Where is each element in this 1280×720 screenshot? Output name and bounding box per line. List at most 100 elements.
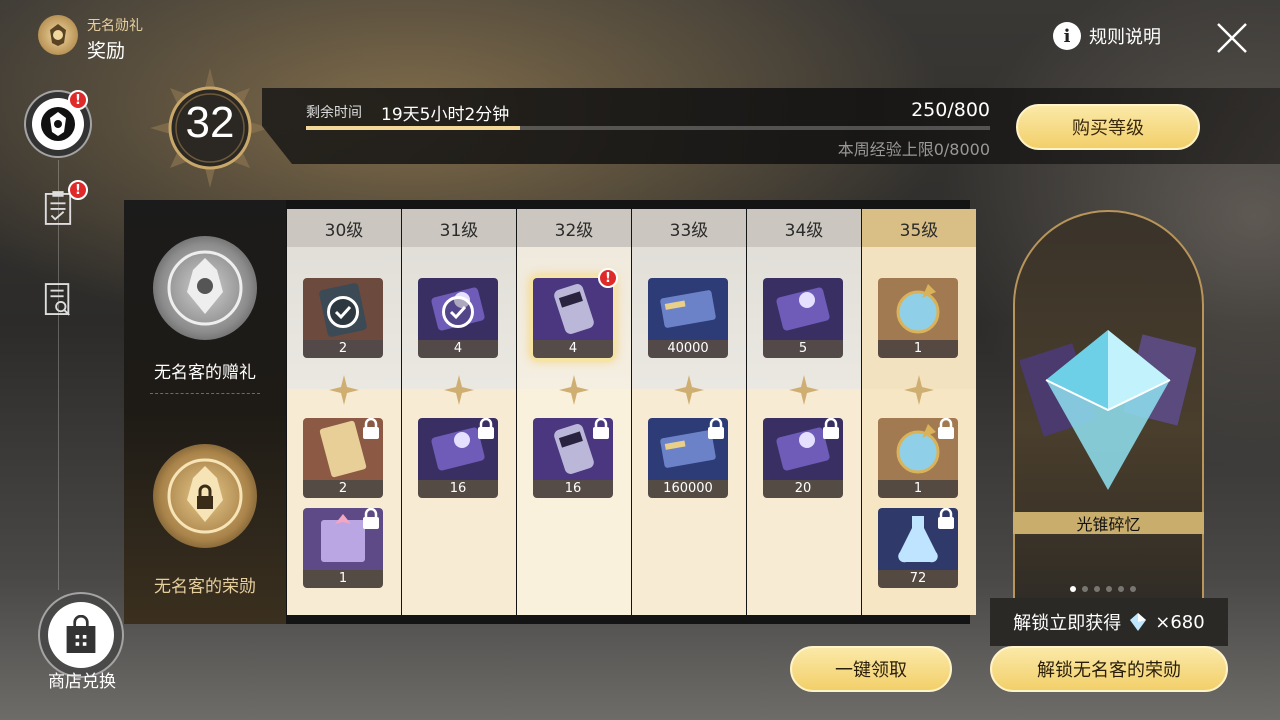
reward-column: 30级 2 2 1 <box>287 209 401 615</box>
free-reward-item[interactable]: 40000 <box>648 278 728 358</box>
pager-dot[interactable] <box>1070 586 1076 592</box>
alert-badge: ! <box>68 180 88 200</box>
lock-icon <box>478 418 494 439</box>
reward-quantity: 16 <box>418 480 498 498</box>
lock-icon <box>938 418 954 439</box>
level-header: 33级 <box>632 209 746 247</box>
document-search-icon <box>44 283 70 316</box>
free-reward-item[interactable]: 4 <box>533 278 613 358</box>
sparkle-star-icon <box>559 375 589 405</box>
reward-quantity: 2 <box>303 480 383 498</box>
featured-reward-label: 光锥碎忆 <box>1013 512 1204 534</box>
reward-column: 32级 4! 16 <box>517 209 631 615</box>
rules-button[interactable]: i 规则说明 <box>1053 22 1161 50</box>
lock-icon <box>938 508 954 529</box>
reward-quantity: 16 <box>533 480 613 498</box>
carousel-pager[interactable] <box>1070 586 1136 592</box>
exp-progress: 250/800 <box>911 99 990 121</box>
pass-emblem-icon <box>41 107 75 141</box>
shop-exchange-label: 商店兑换 <box>48 672 116 692</box>
pager-dot[interactable] <box>1094 586 1100 592</box>
reward-quantity: 2 <box>303 340 383 358</box>
close-button[interactable] <box>1214 20 1250 56</box>
current-level: 32 <box>185 98 235 147</box>
info-icon: i <box>1053 22 1081 50</box>
shopping-bag-icon <box>66 615 96 653</box>
lock-icon <box>593 418 609 439</box>
orb-gold-icon <box>878 278 958 340</box>
reward-quantity: 20 <box>763 480 843 498</box>
free-tier-emblem-icon <box>153 236 257 340</box>
unlock-bonus-tooltip: 解锁立即获得 ×680 <box>990 598 1228 646</box>
credit-blue-icon <box>648 278 728 340</box>
tier-divider <box>150 393 260 394</box>
lock-icon <box>363 418 379 439</box>
pager-dot[interactable] <box>1082 586 1088 592</box>
claim-all-button[interactable]: 一键领取 <box>790 646 952 692</box>
free-reward-item[interactable]: 2 <box>303 278 383 358</box>
reward-quantity: 40000 <box>648 340 728 358</box>
alert-badge: ! <box>598 268 618 288</box>
unlock-premium-button[interactable]: 解锁无名客的荣勋 <box>990 646 1228 692</box>
pager-dot[interactable] <box>1130 586 1136 592</box>
free-reward-item[interactable]: 4 <box>418 278 498 358</box>
reward-quantity: 4 <box>533 340 613 358</box>
sparkle-star-icon <box>674 375 704 405</box>
pager-dot[interactable] <box>1106 586 1112 592</box>
time-remaining-value: 19天5小时2分钟 <box>381 105 510 125</box>
claimed-check-icon <box>442 296 474 328</box>
premium-reward-item[interactable]: 16 <box>533 418 613 498</box>
premium-reward-item[interactable]: 160000 <box>648 418 728 498</box>
premium-tier-label: 无名客的荣勋 <box>154 577 256 597</box>
reward-column: 33级 40000 160000 <box>632 209 746 615</box>
premium-reward-item[interactable]: 1 <box>878 418 958 498</box>
reward-column: 31级 4 16 <box>402 209 516 615</box>
header-title: 奖励 <box>87 40 126 62</box>
shop-exchange-button[interactable] <box>38 592 124 678</box>
premium-reward-item[interactable]: 16 <box>418 418 498 498</box>
free-reward-item[interactable]: 1 <box>878 278 958 358</box>
level-header: 34级 <box>747 209 861 247</box>
lock-icon <box>363 508 379 529</box>
reward-quantity: 1 <box>878 340 958 358</box>
free-tier-label: 无名客的赠礼 <box>154 363 256 383</box>
light-cone-fragment-icon <box>1020 330 1196 490</box>
reward-quantity: 1 <box>303 570 383 588</box>
sparkle-star-icon <box>444 375 474 405</box>
stellar-jade-icon <box>1130 613 1147 631</box>
header-subtitle: 无名勋礼 <box>87 18 143 34</box>
unlock-bonus-amount: ×680 <box>1155 611 1205 633</box>
canister-purple-icon <box>533 278 613 340</box>
rules-label: 规则说明 <box>1089 27 1161 48</box>
unlock-bonus-text: 解锁立即获得 <box>1013 613 1122 634</box>
chip-purple-icon <box>763 278 843 340</box>
time-remaining-label: 剩余时间 <box>306 105 362 121</box>
level-header: 30级 <box>287 209 401 247</box>
alert-badge: ! <box>68 90 88 110</box>
sparkle-star-icon <box>789 375 819 405</box>
close-icon <box>1217 23 1247 53</box>
reward-quantity: 160000 <box>648 480 728 498</box>
exp-bar-fill <box>306 126 520 130</box>
premium-reward-item[interactable]: 20 <box>763 418 843 498</box>
lock-icon <box>823 418 839 439</box>
lock-icon <box>708 418 724 439</box>
reward-quantity: 4 <box>418 340 498 358</box>
medal-emblem-icon <box>38 15 78 55</box>
premium-reward-item[interactable]: 2 <box>303 418 383 498</box>
weekly-exp-cap: 本周经验上限0/8000 <box>837 140 990 159</box>
free-reward-item[interactable]: 5 <box>763 278 843 358</box>
level-header: 31级 <box>402 209 516 247</box>
premium-tier-emblem-icon <box>153 444 257 548</box>
level-header: 35级 <box>862 209 976 247</box>
pager-dot[interactable] <box>1118 586 1124 592</box>
sparkle-star-icon <box>904 375 934 405</box>
claimed-check-icon <box>327 296 359 328</box>
nav-records[interactable] <box>40 278 76 322</box>
premium-reward-item[interactable]: 72 <box>878 508 958 588</box>
sparkle-star-icon <box>329 375 359 405</box>
reward-column: 34级 5 20 <box>747 209 861 615</box>
buy-level-button[interactable]: 购买等级 <box>1016 104 1200 150</box>
level-header: 32级 <box>517 209 631 247</box>
premium-reward-item[interactable]: 1 <box>303 508 383 588</box>
